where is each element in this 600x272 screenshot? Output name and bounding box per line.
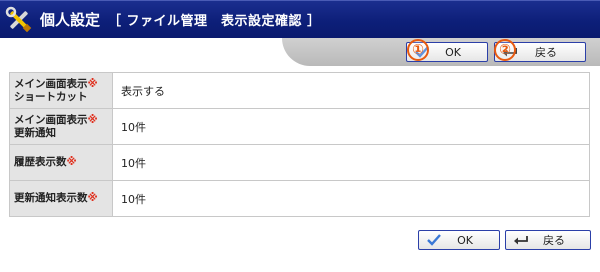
checkmark-icon xyxy=(425,233,443,247)
page-title: 個人設定 xyxy=(40,11,101,29)
row-value: 10件 xyxy=(112,144,590,181)
table-row: 更新通知表示数※ 10件 xyxy=(9,180,590,217)
required-mark: ※ xyxy=(66,156,77,168)
title-bar: 個人設定 ［ ファイル管理 表示設定確認 ］ xyxy=(0,0,600,38)
row-label: 履歴表示数※ xyxy=(9,144,113,181)
settings-table: メイン画面表示※ ショートカット 表示する メイン画面表示※ 更新通知 10件 … xyxy=(9,72,590,217)
page-subtitle: ［ ファイル管理 表示設定確認 ］ xyxy=(108,14,321,29)
required-mark: ※ xyxy=(87,192,98,204)
required-mark: ※ xyxy=(87,113,98,126)
row-label: メイン画面表示※ ショートカット xyxy=(9,72,113,109)
back-button-label: 戻る xyxy=(535,46,557,59)
ok-button-label: OK xyxy=(445,45,461,59)
ok-button-label: OK xyxy=(457,233,473,247)
required-mark: ※ xyxy=(87,77,98,90)
table-row: 履歴表示数※ 10件 xyxy=(9,144,590,181)
back-button-bottom[interactable]: 戻る xyxy=(505,230,591,250)
back-button-label: 戻る xyxy=(543,234,565,247)
tools-icon xyxy=(4,5,34,35)
callout-badge-2: ② xyxy=(494,39,516,61)
row-value: 10件 xyxy=(112,180,590,217)
back-arrow-icon xyxy=(512,233,530,247)
table-row: メイン画面表示※ 更新通知 10件 xyxy=(9,108,590,145)
row-value: 10件 xyxy=(112,108,590,145)
ok-button-bottom[interactable]: OK xyxy=(418,230,500,250)
row-value: 表示する xyxy=(112,72,590,109)
table-row: メイン画面表示※ ショートカット 表示する xyxy=(9,72,590,109)
row-label: 更新通知表示数※ xyxy=(9,180,113,217)
row-label: メイン画面表示※ 更新通知 xyxy=(9,108,113,145)
callout-badge-1: ① xyxy=(407,39,429,61)
